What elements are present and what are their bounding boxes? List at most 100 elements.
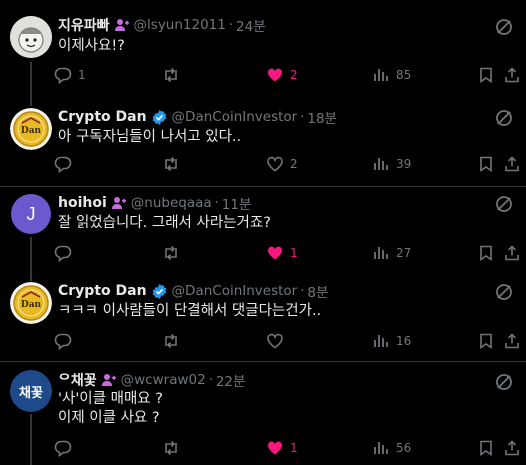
views-button[interactable]: 27 [372,243,411,263]
tweet-1[interactable]: 지유파빠 @lsyun12011 · 24분 이제사요!? 1 2 85 [0,0,526,96]
share-icon [505,156,519,172]
tweet-text-line-2: 이제 이클 사요 ? [58,410,160,426]
share-icon [505,333,519,349]
thread-line [30,96,32,106]
retweet-icon [165,156,177,172]
reply-button[interactable] [54,438,78,458]
like-button[interactable]: 2 [266,65,298,85]
views-bar-icon [374,442,388,454]
display-name[interactable]: Crypto Dan [58,109,147,125]
thread-line [30,271,32,281]
retweet-button[interactable] [162,331,186,351]
thread-line [30,62,32,96]
view-count: 56 [396,441,412,455]
views-button[interactable]: 56 [372,438,411,458]
dan-coin-logo-icon: Dan [10,282,52,324]
purple-person-icon [101,372,117,388]
separator-dot: · [208,372,213,388]
verified-check-icon [151,109,168,126]
bookmark-button[interactable] [477,243,495,263]
grok-icon[interactable] [494,282,514,302]
thread-line [30,414,32,465]
retweet-button[interactable] [162,243,186,263]
reply-count: 1 [78,68,86,82]
reply-button[interactable]: 1 [54,65,86,85]
purple-person-icon [111,195,127,211]
separator-dot: · [300,283,305,299]
tweet-5[interactable]: 채꽃 ᄋ채꽃 @wcwraw02 · 22분 '사'이클 매매요 ? 이제 이클… [0,362,526,465]
avatar[interactable]: J [11,194,51,234]
avatar-label: J [26,203,36,224]
retweet-button[interactable] [162,65,186,85]
tweet-header: Crypto Dan @DanCoinInvestor · 8분 [58,281,328,301]
action-bar: 1 27 [54,243,519,263]
avatar[interactable] [10,16,52,58]
heart-outline-icon [267,156,283,172]
handle[interactable]: @wcwraw02 [121,372,206,388]
handle[interactable]: @lsyun12011 [134,17,226,33]
reply-icon [54,156,72,173]
share-button[interactable] [503,65,521,85]
retweet-button[interactable] [162,154,186,174]
views-bar-icon [374,69,388,81]
display-name[interactable]: 지유파빠 [58,15,110,35]
tweet-4[interactable]: Dan Crypto Dan @DanCoinInvestor · 8분 ㅋㅋㅋ… [0,271,526,361]
display-name[interactable]: ᄋ채꽃 [58,370,97,390]
display-name[interactable]: hoihoi [58,195,107,211]
grok-icon[interactable] [494,108,514,128]
bookmark-icon [480,156,492,173]
view-count: 39 [396,157,412,171]
bookmark-button[interactable] [477,331,495,351]
like-count: 2 [290,68,298,82]
grok-icon[interactable] [494,194,514,214]
handle[interactable]: @DanCoinInvestor [172,283,298,299]
share-button[interactable] [503,243,521,263]
handle[interactable]: @nubeqaaa [131,195,212,211]
tweet-3[interactable]: J hoihoi @nubeqaaa · 11분 잘 읽었습니다. 그래서 사라… [0,187,526,271]
like-button[interactable]: 2 [266,154,298,174]
like-button[interactable]: 1 [266,243,298,263]
action-bar: 1 56 [54,438,519,458]
avatar[interactable]: 채꽃 [10,370,52,412]
share-button[interactable] [503,154,521,174]
avatar-label: Dan [21,300,42,310]
timestamp[interactable]: 8분 [307,281,328,301]
like-button[interactable]: 1 [266,438,298,458]
reply-button[interactable] [54,154,78,174]
tweet-2[interactable]: Dan Crypto Dan @DanCoinInvestor · 18분 아 … [0,96,526,186]
timestamp[interactable]: 24분 [236,15,266,35]
views-button[interactable]: 16 [372,331,411,351]
tweet-header: ᄋ채꽃 @wcwraw02 · 22분 [58,370,245,390]
view-count: 85 [396,68,412,82]
retweet-button[interactable] [162,438,186,458]
reply-button[interactable] [54,243,78,263]
share-button[interactable] [503,331,521,351]
timestamp[interactable]: 18분 [307,107,337,127]
heart-outline-icon [267,333,283,349]
views-button[interactable]: 85 [372,65,411,85]
grok-icon[interactable] [494,372,514,392]
views-button[interactable]: 39 [372,154,411,174]
like-button[interactable] [266,331,290,351]
grok-icon[interactable] [494,17,514,37]
separator-dot: · [228,17,234,33]
tweet-header: 지유파빠 @lsyun12011 · 24분 [58,15,266,35]
reply-button[interactable] [54,331,78,351]
handle[interactable]: @DanCoinInvestor [172,109,298,125]
bookmark-icon [480,333,492,350]
share-icon [505,67,519,83]
display-name[interactable]: Crypto Dan [58,283,147,299]
tweet-text-line-1: '사'이클 매매요 ? [58,391,163,407]
timestamp[interactable]: 11분 [222,193,252,213]
thread-line [30,237,32,271]
avatar[interactable]: Dan [10,108,52,150]
timestamp[interactable]: 22분 [216,370,246,390]
like-count: 1 [290,441,298,455]
avatar[interactable]: Dan [10,282,52,324]
like-count: 1 [290,246,298,260]
bookmark-button[interactable] [477,438,495,458]
bookmark-button[interactable] [477,65,495,85]
bookmark-button[interactable] [477,154,495,174]
retweet-icon [165,245,177,261]
share-button[interactable] [503,438,521,458]
